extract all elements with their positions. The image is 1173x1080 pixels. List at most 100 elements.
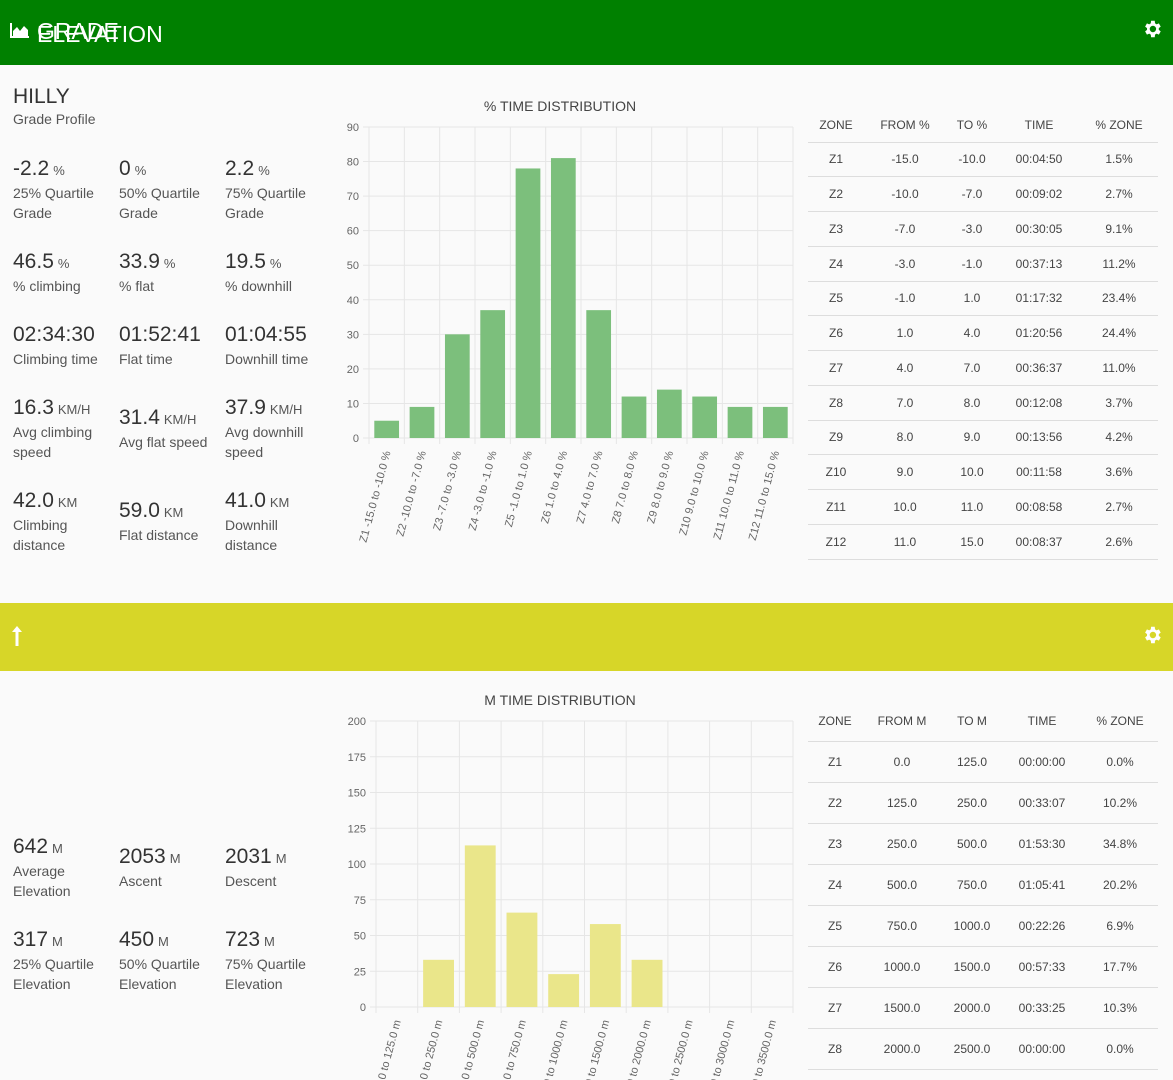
time-cell: 00:08:37 xyxy=(998,523,1080,559)
stat-value: 450 M xyxy=(119,928,219,954)
table-row: Z12 11.0 15.0 00:08:37 2.6% xyxy=(808,523,1158,559)
stat-number: 01:52:41 xyxy=(119,323,201,346)
stat-value: 642 M xyxy=(13,835,113,861)
percent-zone-cell: 6.9% xyxy=(1082,904,1158,946)
from-cell: 125.0 xyxy=(862,781,942,823)
y-tick-label: 75 xyxy=(354,895,366,907)
zone-cell: Z7 xyxy=(808,350,864,386)
stat-value: 01:52:41 xyxy=(119,323,219,349)
percent-zone-cell: 11.2% xyxy=(1080,245,1158,281)
stat-number: 642 xyxy=(13,835,49,858)
stat-label: 75% Quartile Grade xyxy=(225,185,306,221)
stat-value: 19.5% xyxy=(225,250,325,276)
to-cell: 1500.0 xyxy=(942,945,1002,987)
from-cell: 750.0 xyxy=(862,904,942,946)
from-cell: -3.0 xyxy=(864,245,946,281)
y-tick-label: 20 xyxy=(347,364,359,376)
x-tick-label: 125.0 to 250.0 m xyxy=(412,1019,445,1080)
table-row: Z3 -7.0 -3.0 00:30:05 9.1% xyxy=(808,211,1158,247)
table-header-to: TO M xyxy=(957,713,987,728)
stat-unit: M xyxy=(264,934,275,949)
bar[interactable] xyxy=(464,845,496,1007)
y-tick-label: 10 xyxy=(347,398,359,410)
to-cell: 2500.0 xyxy=(942,1027,1002,1069)
from-cell: 1500.0 xyxy=(862,986,942,1028)
bar[interactable] xyxy=(631,959,663,1007)
percent-zone-cell: 34.8% xyxy=(1082,822,1158,864)
stat-unit: % xyxy=(57,256,70,271)
table-bottom-border xyxy=(808,558,1158,560)
stat-unit: KM xyxy=(163,505,184,520)
bar[interactable] xyxy=(762,406,788,438)
table-row: Z11 10.0 11.0 00:08:58 2.7% xyxy=(808,489,1158,525)
bar[interactable] xyxy=(409,406,435,438)
bar[interactable] xyxy=(692,396,718,438)
stat-label: Ascent xyxy=(119,873,162,889)
y-tick-label: 25 xyxy=(354,966,366,978)
stat-block: 16.3 KM/H Avg climbing speed xyxy=(13,396,113,462)
to-cell: 125.0 xyxy=(942,740,1002,782)
stat-block: 317 M 25% Quartile Elevation xyxy=(13,928,113,994)
percent-zone-cell: 0.0% xyxy=(1082,1027,1158,1069)
gear-icon[interactable] xyxy=(1141,18,1163,40)
bar[interactable] xyxy=(550,158,576,438)
stat-number: 2031 xyxy=(225,845,272,868)
gear-icon[interactable] xyxy=(1141,624,1163,646)
from-cell: 11.0 xyxy=(864,523,946,559)
x-tick-label: Z5 -1.0 to 1.0 % xyxy=(503,449,535,528)
stat-number: 16.3 xyxy=(13,396,54,419)
y-tick-label: 70 xyxy=(347,191,359,203)
stat-label: Average Elevation xyxy=(13,863,71,899)
table-row: Z6 1.0 4.0 01:20:56 24.4% xyxy=(808,315,1158,351)
percent-zone-cell: 3.6% xyxy=(1080,454,1158,490)
y-tick-label: 125 xyxy=(348,823,366,835)
zone-cell: Z6 xyxy=(808,945,862,987)
table-row: Z4 500.0 750.0 01:05:41 20.2% xyxy=(808,863,1158,905)
bar[interactable] xyxy=(589,924,621,1007)
time-cell: 00:22:26 xyxy=(1002,904,1082,946)
grade-chart-title: % TIME DISTRIBUTION xyxy=(483,98,637,114)
bar[interactable] xyxy=(515,168,541,438)
time-cell: 00:09:02 xyxy=(998,176,1080,212)
zone-cell: Z7 xyxy=(808,986,862,1028)
bar[interactable] xyxy=(656,389,682,438)
bar[interactable] xyxy=(621,396,647,438)
to-cell: -3.0 xyxy=(946,211,998,247)
percent-zone-cell: 11.0% xyxy=(1080,350,1158,386)
bar[interactable] xyxy=(423,959,454,1007)
stat-block: 2031 M Descent xyxy=(225,845,325,891)
stat-label: Avg climbing speed xyxy=(13,424,93,460)
percent-zone-cell: 3.7% xyxy=(1080,384,1158,420)
table-header-zone: ZONE xyxy=(819,117,853,132)
bar[interactable] xyxy=(444,334,470,438)
stat-unit: KM/H xyxy=(163,412,197,427)
stat-block: 19.5% % downhill xyxy=(225,250,325,296)
table-row: Z9 8.0 9.0 00:13:56 4.2% xyxy=(808,419,1158,455)
stat-label: % downhill xyxy=(225,278,292,294)
stat-number: 01:04:55 xyxy=(225,323,307,346)
to-cell: 8.0 xyxy=(946,384,998,420)
x-tick-label: 3000.0 to 3500.0 m xyxy=(743,1019,779,1080)
stat-unit: KM xyxy=(269,495,290,510)
from-cell: 9.0 xyxy=(864,454,946,490)
percent-zone-cell: 10.2% xyxy=(1082,781,1158,823)
bar[interactable] xyxy=(374,420,400,438)
bar[interactable] xyxy=(480,310,506,438)
to-cell: 250.0 xyxy=(942,781,1002,823)
stat-number: 59.0 xyxy=(119,499,160,522)
bar[interactable] xyxy=(506,912,538,1007)
bar[interactable] xyxy=(586,310,612,438)
zone-cell: Z1 xyxy=(808,141,864,177)
bar[interactable] xyxy=(548,974,580,1007)
bar[interactable] xyxy=(727,406,753,438)
percent-zone-cell: 4.2% xyxy=(1080,419,1158,455)
stat-label: Climbing time xyxy=(13,351,98,367)
stat-label: 50% Quartile Grade xyxy=(119,185,200,221)
stat-block: 33.9% % flat xyxy=(119,250,219,296)
to-cell: 1000.0 xyxy=(942,904,1002,946)
table-row: Z2 -10.0 -7.0 00:09:02 2.7% xyxy=(808,176,1158,212)
x-tick-label: Z8 7.0 to 8.0 % xyxy=(610,449,641,524)
stat-label: Flat distance xyxy=(119,527,199,543)
stat-block: 01:52:41 Flat time xyxy=(119,323,219,369)
y-tick-label: 50 xyxy=(354,931,366,943)
